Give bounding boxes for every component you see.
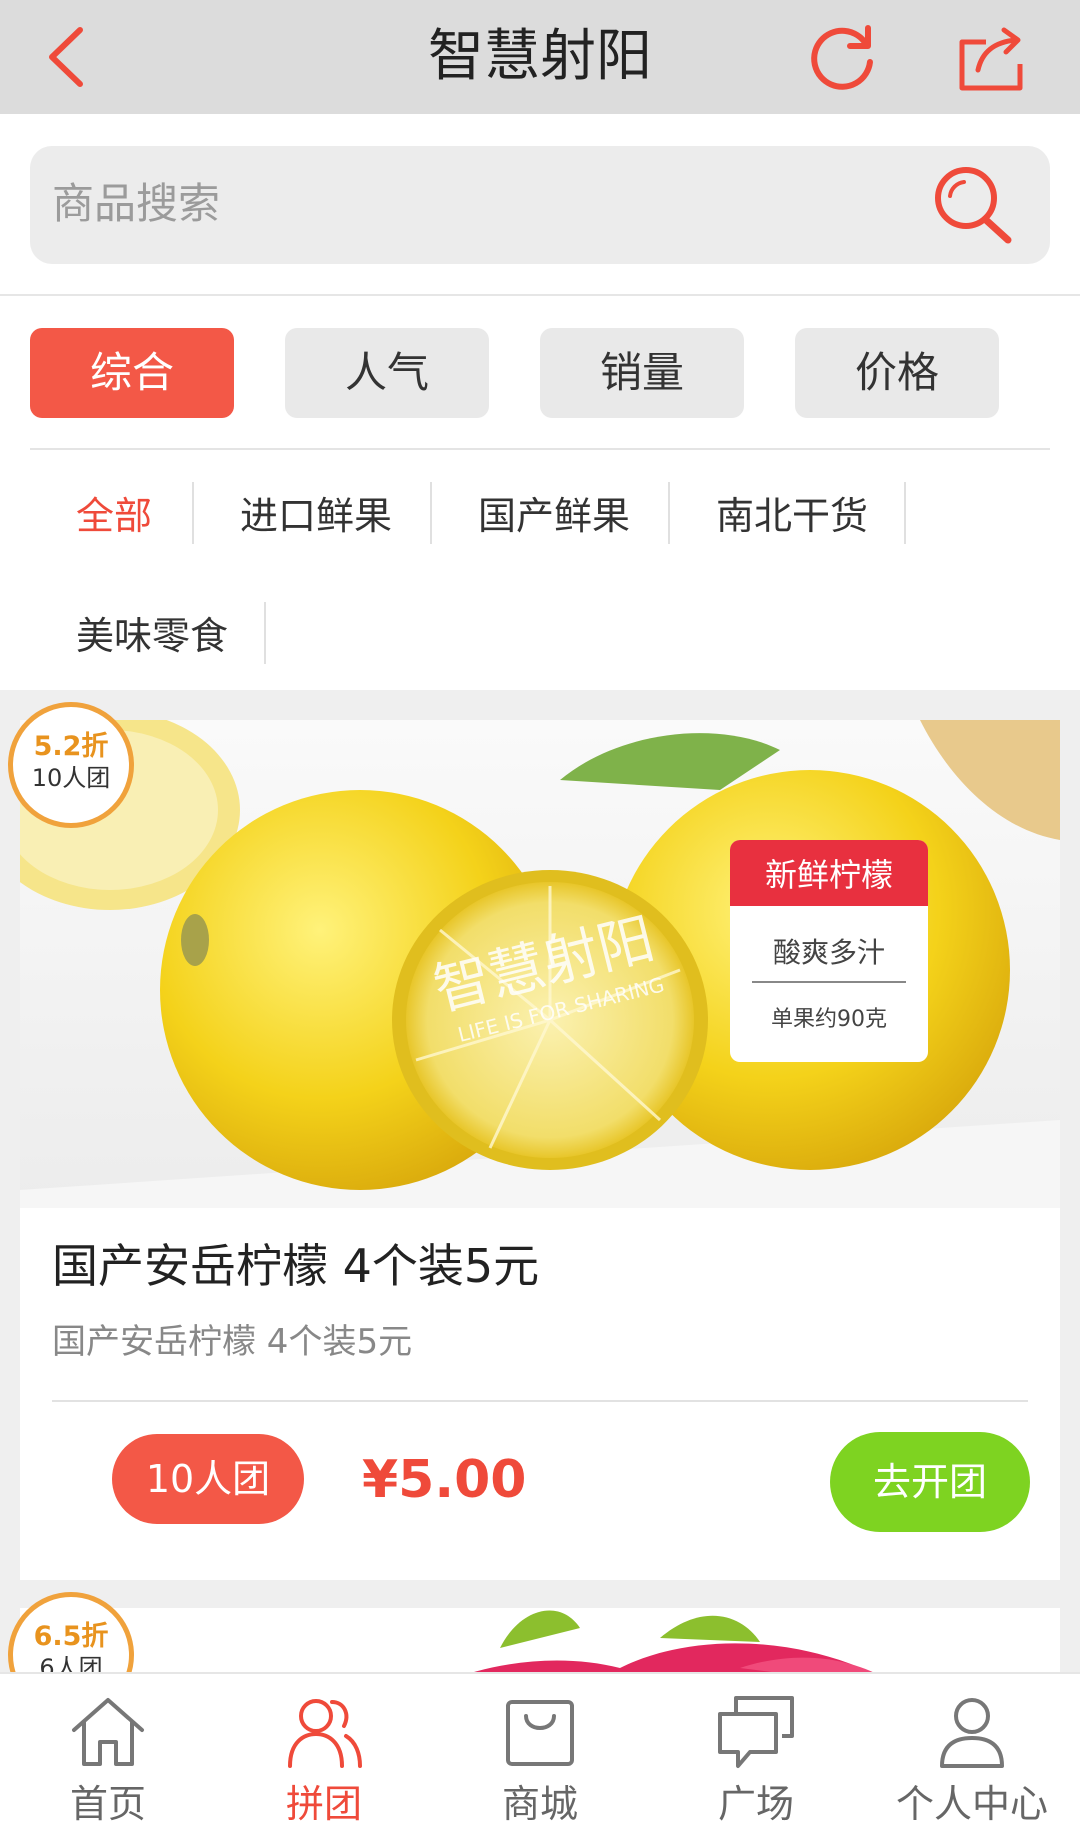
tab-profile[interactable]: 个人中心 (864, 1674, 1080, 1840)
category-all[interactable]: 全部 (76, 490, 152, 542)
user-icon (940, 1698, 1004, 1768)
category-dried-goods[interactable]: 南北干货 (716, 490, 868, 542)
category-snacks[interactable]: 美味零食 (76, 610, 228, 662)
filter-panel: 综合 人气 销量 价格 全部 进口鲜果 国产鲜果 南北干货 美味零食 (0, 296, 1080, 690)
image-line2: 单果约90克 (771, 1007, 887, 1032)
search-section: 商品搜索 (0, 114, 1080, 296)
sort-tab-price[interactable]: 价格 (795, 328, 999, 418)
page-title: 智慧射阳 (428, 24, 652, 89)
home-icon (72, 1698, 144, 1766)
tab-mall[interactable]: 商城 (432, 1674, 648, 1840)
search-icon[interactable] (928, 160, 1018, 250)
group-icon (288, 1699, 362, 1768)
image-tag: 新鲜柠檬 (765, 856, 893, 894)
shopping-bag-icon (506, 1700, 574, 1766)
product-title[interactable]: 国产安岳柠檬 4个装5元 (52, 1234, 539, 1298)
discount-rate: 5.2折 (33, 731, 109, 762)
category-imported-fruit[interactable]: 进口鲜果 (240, 490, 392, 542)
tab-label: 拼团 (285, 1782, 362, 1826)
chat-bubbles-icon (718, 1696, 794, 1768)
category-separator (668, 482, 670, 544)
image-line1: 酸爽多汁 (773, 936, 885, 969)
product-card[interactable]: 智慧射阳 LIFE IS FOR SHARING 新鲜柠檬 酸爽多汁 单果约90… (20, 720, 1060, 1580)
bottom-tab-bar: 首页 拼团 商城 广场 个人中心 (0, 1672, 1080, 1840)
tab-label: 广场 (717, 1782, 794, 1826)
refresh-icon[interactable] (808, 22, 880, 94)
product-price: ¥5.00 (362, 1450, 527, 1510)
product-image[interactable]: 智慧射阳 LIFE IS FOR SHARING 新鲜柠檬 酸爽多汁 单果约90… (20, 720, 1060, 1208)
category-separator (264, 602, 266, 664)
divider (52, 1400, 1028, 1402)
tab-square[interactable]: 广场 (648, 1674, 864, 1840)
group-size-badge: 10人团 (112, 1434, 304, 1524)
sort-tab-comprehensive[interactable]: 综合 (30, 328, 234, 418)
sort-tab-sales[interactable]: 销量 (540, 328, 744, 418)
category-separator (904, 482, 906, 544)
top-bar: 智慧射阳 (0, 0, 1080, 114)
share-icon[interactable] (956, 24, 1028, 94)
sort-tab-popularity[interactable]: 人气 (285, 328, 489, 418)
product-subtitle: 国产安岳柠檬 4个装5元 (52, 1322, 413, 1362)
category-separator (430, 482, 432, 544)
tab-label: 商城 (501, 1782, 578, 1826)
discount-group-size: 10人团 (31, 764, 111, 792)
discount-rate: 6.5折 (33, 1621, 109, 1652)
tab-home[interactable]: 首页 (0, 1674, 216, 1840)
search-placeholder: 商品搜索 (52, 179, 221, 228)
tab-group-buy[interactable]: 拼团 (216, 1674, 432, 1840)
search-input[interactable]: 商品搜索 (30, 146, 1050, 264)
tab-label: 个人中心 (895, 1782, 1048, 1826)
tab-label: 首页 (69, 1782, 146, 1826)
discount-badge: 5.2折 10人团 (8, 702, 134, 828)
divider (30, 448, 1050, 450)
start-group-button[interactable]: 去开团 (830, 1432, 1030, 1532)
category-domestic-fruit[interactable]: 国产鲜果 (478, 490, 630, 542)
category-separator (192, 482, 194, 544)
